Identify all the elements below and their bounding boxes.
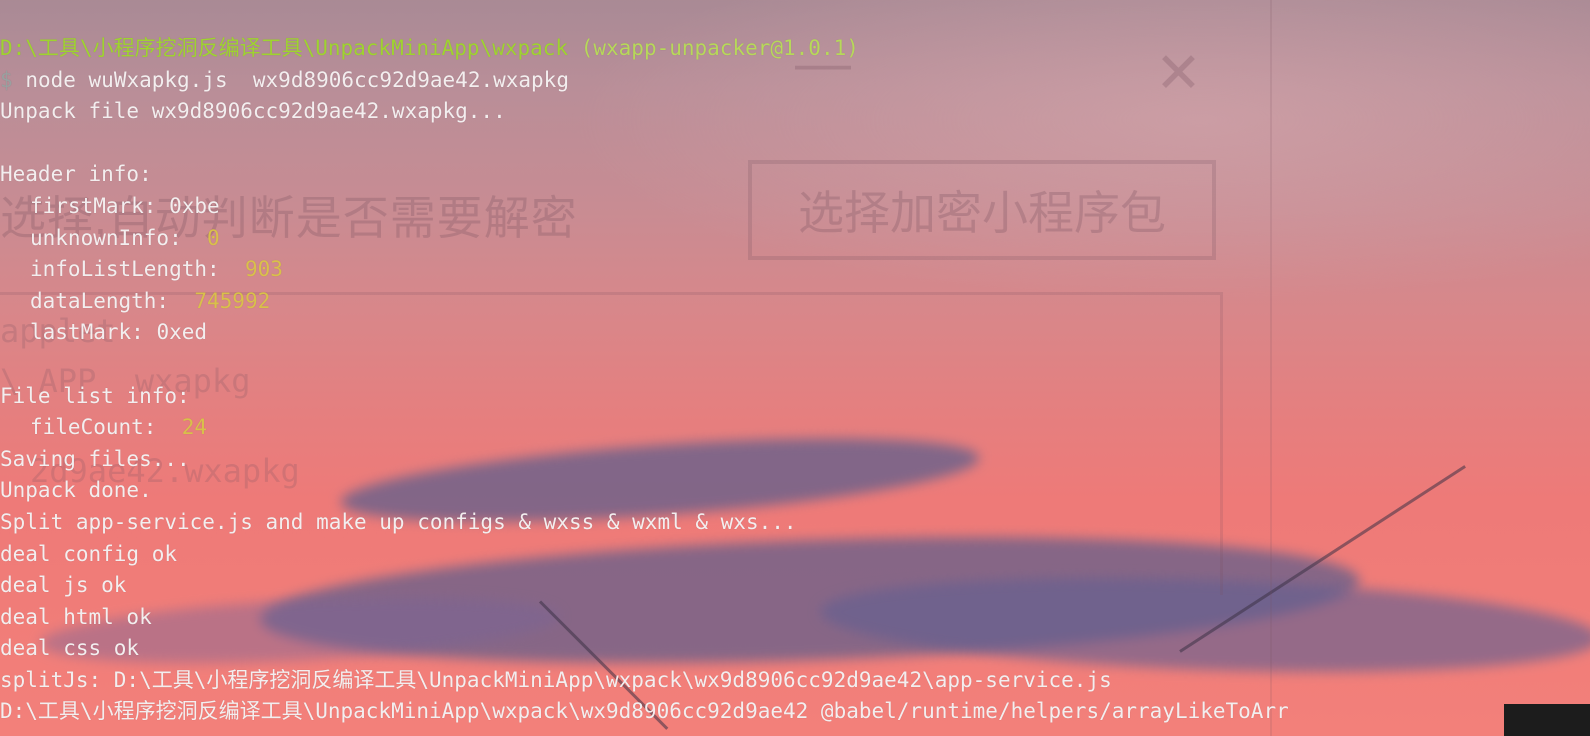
unknown-info-value: 0: [207, 225, 220, 250]
first-mark-value: 0xbe: [169, 193, 220, 218]
terminal-corner-block: [1504, 704, 1590, 736]
command-line: $ node wuWxapkg.js wx9d8906cc92d9ae42.wx…: [0, 65, 1590, 97]
output-path-line: D:\工具\小程序挖洞反编译工具\UnpackMiniApp\wxpack\wx…: [0, 699, 1289, 724]
header-info-title: Header info:: [0, 162, 152, 187]
deal-js-line: deal js ok: [0, 573, 127, 598]
file-list-info-title: File list info:: [0, 383, 190, 408]
info-list-length-label: infoListLength:: [30, 257, 245, 282]
command-text: node wuWxapkg.js wx9d8906cc92d9ae42.wxap…: [25, 67, 569, 92]
terminal-output[interactable]: D:\工具\小程序挖洞反编译工具\UnpackMiniApp\wxpack (w…: [0, 33, 1590, 728]
unpack-file-line: Unpack file wx9d8906cc92d9ae42.wxapkg...: [0, 99, 506, 124]
first-mark-label: firstMark:: [30, 193, 170, 218]
deal-css-line: deal css ok: [0, 636, 140, 661]
info-list-length-line: infoListLength: 903: [0, 254, 1590, 286]
split-line: Split app-service.js and make up configs…: [0, 509, 797, 534]
split-js-line: splitJs: D:\工具\小程序挖洞反编译工具\UnpackMiniApp\…: [0, 667, 1112, 692]
command-marker: $: [0, 67, 13, 92]
data-length-line: dataLength: 745992: [0, 286, 1590, 318]
deal-html-line: deal html ok: [0, 604, 152, 629]
prompt-path: D:\工具\小程序挖洞反编译工具\UnpackMiniApp\wxpack: [0, 36, 569, 60]
prompt-package: (wxapp-unpacker@1.0.1): [580, 36, 859, 60]
file-count-line: fileCount: 24: [0, 412, 1590, 444]
info-list-length-value: 903: [244, 257, 283, 282]
unknown-info-line: unknownInfo: 0: [0, 223, 1590, 255]
file-count-label: fileCount:: [30, 415, 182, 440]
last-mark-value: 0xed: [156, 320, 208, 345]
file-count-value: 24: [181, 415, 208, 440]
data-length-label: dataLength:: [30, 288, 195, 313]
data-length-value: 745992: [194, 288, 271, 313]
deal-config-line: deal config ok: [0, 541, 178, 566]
last-mark-label: lastMark:: [30, 320, 157, 345]
saving-files-line: Saving files...: [0, 446, 190, 471]
last-mark-line: lastMark: 0xed: [0, 317, 1590, 349]
prompt-line: D:\工具\小程序挖洞反编译工具\UnpackMiniApp\wxpack (w…: [0, 33, 1590, 65]
unknown-info-label: unknownInfo:: [30, 225, 208, 250]
first-mark-line: firstMark: 0xbe: [0, 191, 1590, 223]
unpack-done-line: Unpack done.: [0, 478, 152, 503]
